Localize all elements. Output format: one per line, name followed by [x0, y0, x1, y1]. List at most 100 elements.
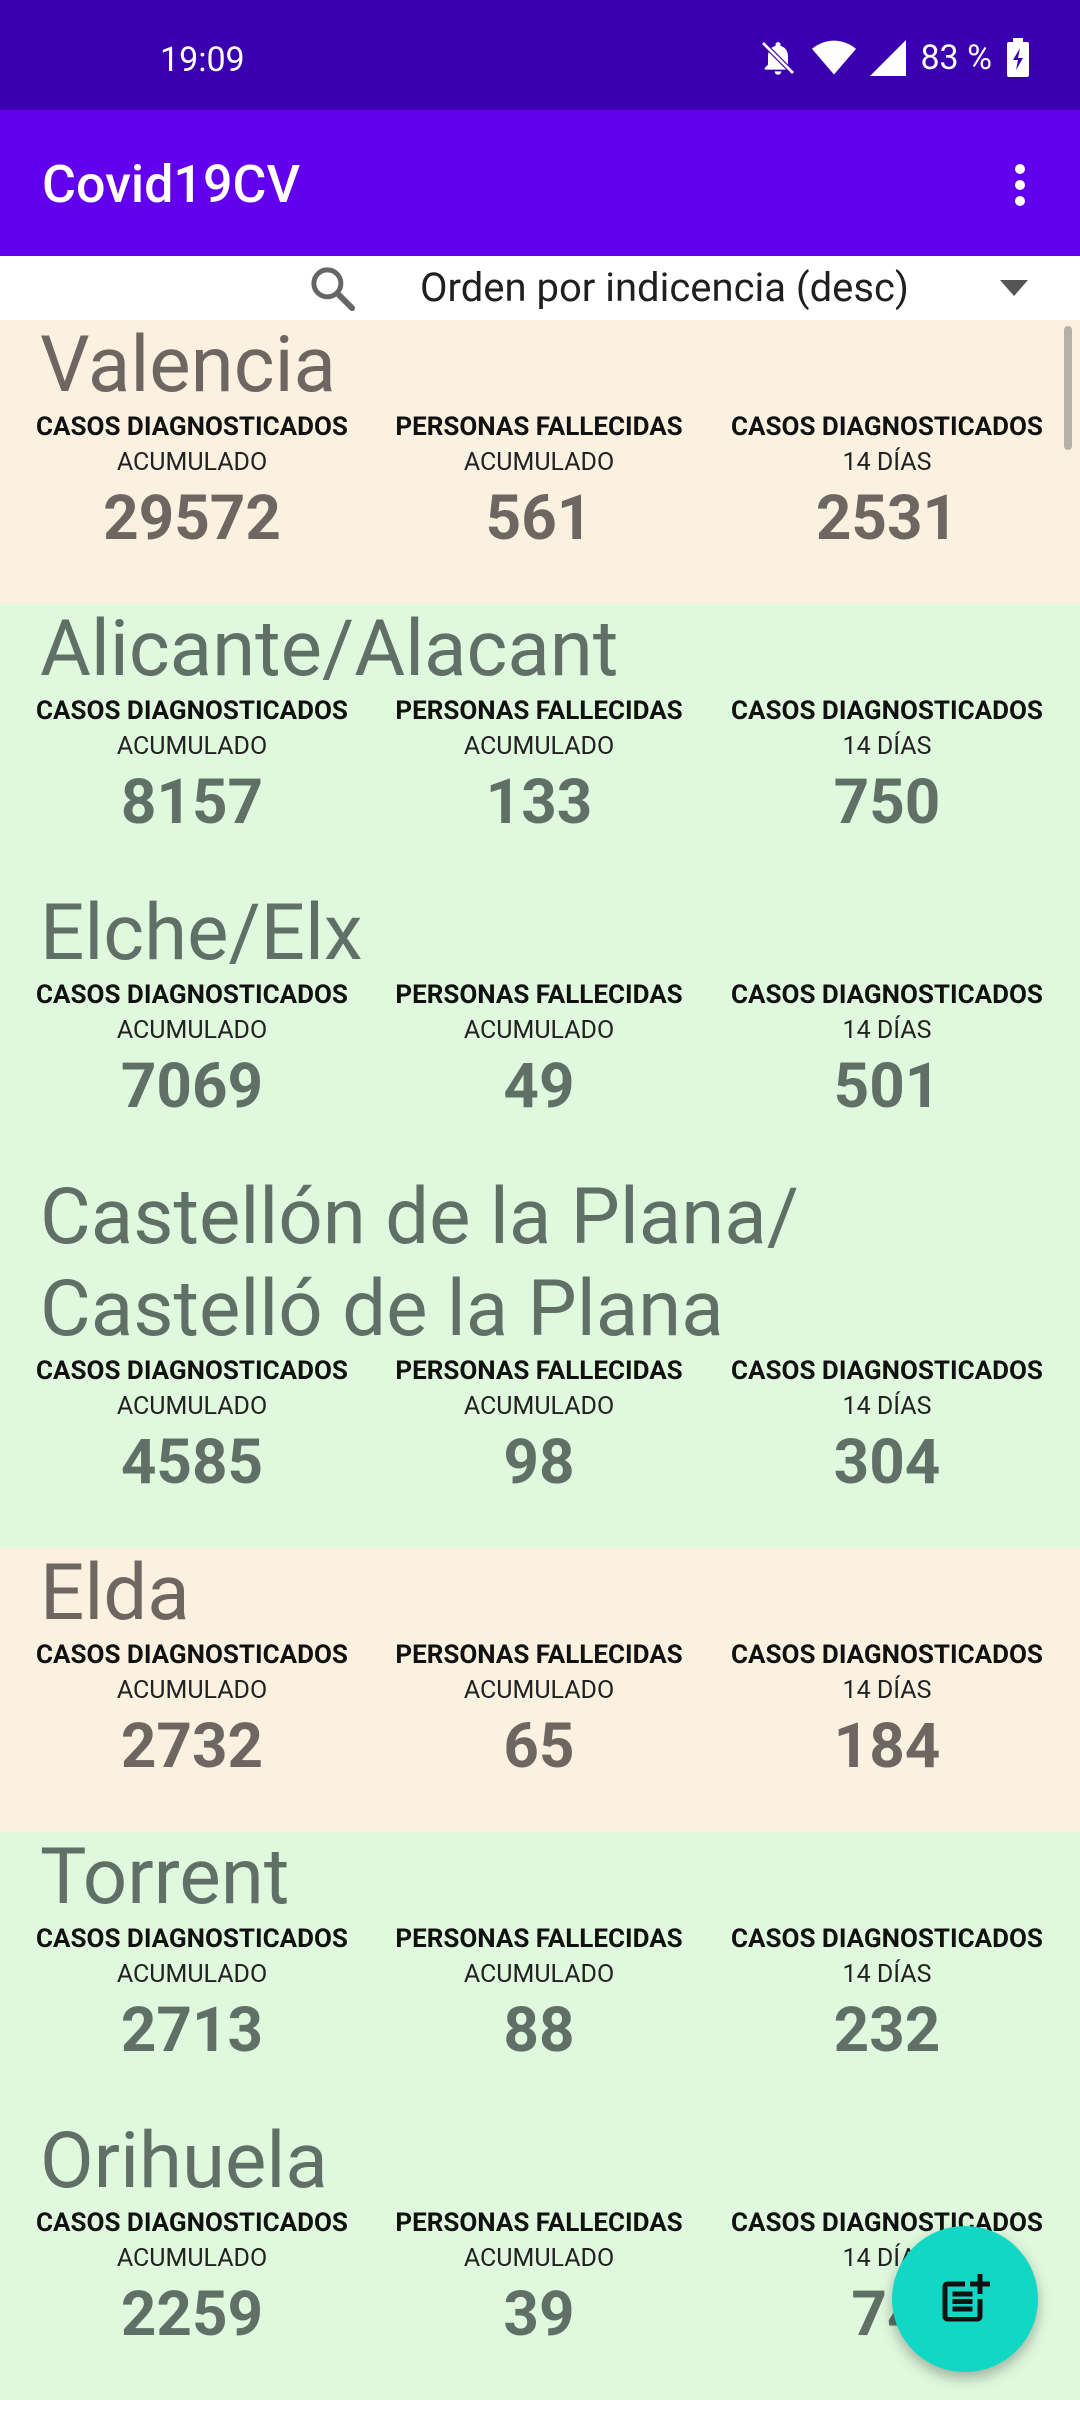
stat-value: 2713	[120, 1994, 264, 2067]
stat-label: CASOS DIAGNOSTICADOS	[731, 1356, 1043, 1386]
city-name: Elda	[40, 1548, 190, 1639]
city-name: Torrent	[40, 1832, 290, 1923]
city-card[interactable]: Castellón de la Plana/ Castelló de la Pl…	[0, 1172, 1080, 1548]
stat-sublabel: ACUMULADO	[116, 1960, 268, 1989]
city-stats: CASOS DIAGNOSTICADOS ACUMULADO 4585 PERS…	[0, 1356, 1080, 1548]
search-icon[interactable]	[306, 262, 360, 320]
stat-sublabel: 14 DÍAS	[842, 1016, 932, 1045]
stat-label: CASOS DIAGNOSTICADOS	[731, 412, 1043, 442]
status-bar: 19:09 83 %	[0, 0, 1080, 110]
city-name: Castellón de la Plana/ Castelló de la Pl…	[40, 1172, 799, 1355]
stat-label: CASOS DIAGNOSTICADOS	[36, 696, 348, 726]
stat-value: 2259	[120, 2278, 264, 2351]
city-stats: CASOS DIAGNOSTICADOS ACUMULADO 8157 PERS…	[0, 696, 1080, 888]
cases-accumulated: CASOS DIAGNOSTICADOS ACUMULADO 8157	[0, 696, 384, 888]
stat-value: 65	[503, 1710, 575, 1783]
city-card[interactable]: Valencia CASOS DIAGNOSTICADOS ACUMULADO …	[0, 320, 1080, 604]
stat-label: PERSONAS FALLECIDAS	[395, 1924, 683, 1954]
stat-value: 29572	[103, 482, 281, 555]
stat-value: 232	[833, 1994, 941, 2067]
overflow-menu-icon[interactable]	[990, 150, 1050, 220]
cases-accumulated: CASOS DIAGNOSTICADOS ACUMULADO 2713	[0, 1924, 384, 2116]
stat-value: 98	[503, 1426, 575, 1499]
battery-level: 83 %	[920, 38, 992, 78]
stat-value: 561	[485, 482, 593, 555]
app-bar: Covid19CV	[0, 110, 1080, 256]
stat-sublabel: ACUMULADO	[116, 1016, 268, 1045]
deaths-accumulated: PERSONAS FALLECIDAS ACUMULADO 133	[384, 696, 694, 888]
city-card[interactable]: Elche/Elx CASOS DIAGNOSTICADOS ACUMULADO…	[0, 888, 1080, 1172]
stat-label: CASOS DIAGNOSTICADOS	[36, 1640, 348, 1670]
stat-label: CASOS DIAGNOSTICADOS	[36, 1356, 348, 1386]
stat-sublabel: 14 DÍAS	[842, 1676, 932, 1705]
stat-value: 49	[503, 1050, 575, 1123]
post-add-icon	[942, 2274, 990, 2322]
city-name: Elche/Elx	[40, 888, 363, 979]
sort-dropdown[interactable]: Orden por indicencia (desc)	[420, 264, 909, 311]
stat-value: 2531	[815, 482, 959, 555]
stat-sublabel: 14 DÍAS	[842, 732, 932, 761]
status-icons: 83 %	[758, 38, 1030, 78]
stat-value: 304	[833, 1426, 941, 1499]
stat-value: 88	[503, 1994, 575, 2067]
stat-sublabel: ACUMULADO	[463, 1016, 615, 1045]
stat-sublabel: ACUMULADO	[463, 732, 615, 761]
stat-label: CASOS DIAGNOSTICADOS	[731, 696, 1043, 726]
cases-14-days: CASOS DIAGNOSTICADOS 14 DÍAS 501	[694, 980, 1080, 1172]
signal-icon	[870, 38, 907, 78]
city-list[interactable]: Valencia CASOS DIAGNOSTICADOS ACUMULADO …	[0, 320, 1080, 2412]
city-card[interactable]: Elda CASOS DIAGNOSTICADOS ACUMULADO 2732…	[0, 1548, 1080, 1832]
stat-value: 7069	[120, 1050, 264, 1123]
report-fab-button[interactable]	[892, 2226, 1038, 2372]
stat-label: PERSONAS FALLECIDAS	[395, 980, 683, 1010]
stat-label: PERSONAS FALLECIDAS	[395, 1356, 683, 1386]
cases-accumulated: CASOS DIAGNOSTICADOS ACUMULADO 7069	[0, 980, 384, 1172]
deaths-accumulated: PERSONAS FALLECIDAS ACUMULADO 39	[384, 2208, 694, 2400]
stat-label: CASOS DIAGNOSTICADOS	[36, 1924, 348, 1954]
stat-label: CASOS DIAGNOSTICADOS	[731, 980, 1043, 1010]
stat-sublabel: 14 DÍAS	[842, 448, 932, 477]
stat-value: 4585	[120, 1426, 264, 1499]
city-card[interactable]: Alicante/Alacant CASOS DIAGNOSTICADOS AC…	[0, 604, 1080, 888]
city-stats: CASOS DIAGNOSTICADOS ACUMULADO 29572 PER…	[0, 412, 1080, 604]
stat-sublabel: 14 DÍAS	[842, 1960, 932, 1989]
stat-label: CASOS DIAGNOSTICADOS	[36, 980, 348, 1010]
cases-14-days: CASOS DIAGNOSTICADOS 14 DÍAS 304	[694, 1356, 1080, 1548]
wifi-icon	[812, 38, 857, 78]
cases-14-days: CASOS DIAGNOSTICADOS 14 DÍAS 2531	[694, 412, 1080, 604]
deaths-accumulated: PERSONAS FALLECIDAS ACUMULADO 88	[384, 1924, 694, 2116]
scrollbar[interactable]	[1064, 326, 1072, 450]
stat-sublabel: 14 DÍAS	[842, 1392, 932, 1421]
stat-label: PERSONAS FALLECIDAS	[395, 412, 683, 442]
cases-14-days: CASOS DIAGNOSTICADOS 14 DÍAS 750	[694, 696, 1080, 888]
deaths-accumulated: PERSONAS FALLECIDAS ACUMULADO 98	[384, 1356, 694, 1548]
stat-label: CASOS DIAGNOSTICADOS	[36, 412, 348, 442]
sort-toolbar: Orden por indicencia (desc)	[0, 256, 1080, 320]
city-name: Valencia	[40, 320, 336, 411]
cases-14-days: CASOS DIAGNOSTICADOS 14 DÍAS 184	[694, 1640, 1080, 1832]
stat-value: 39	[503, 2278, 575, 2351]
stat-sublabel: ACUMULADO	[116, 732, 268, 761]
stat-sublabel: ACUMULADO	[463, 1676, 615, 1705]
stat-sublabel: ACUMULADO	[116, 2244, 268, 2273]
deaths-accumulated: PERSONAS FALLECIDAS ACUMULADO 49	[384, 980, 694, 1172]
cases-accumulated: CASOS DIAGNOSTICADOS ACUMULADO 2259	[0, 2208, 384, 2400]
battery-charging-icon	[1006, 38, 1030, 78]
cases-accumulated: CASOS DIAGNOSTICADOS ACUMULADO 29572	[0, 412, 384, 604]
deaths-accumulated: PERSONAS FALLECIDAS ACUMULADO 561	[384, 412, 694, 604]
stat-value: 750	[833, 766, 941, 839]
stat-label: PERSONAS FALLECIDAS	[395, 696, 683, 726]
city-card[interactable]: Torrent CASOS DIAGNOSTICADOS ACUMULADO 2…	[0, 1832, 1080, 2116]
stat-label: CASOS DIAGNOSTICADOS	[731, 1640, 1043, 1670]
city-stats: CASOS DIAGNOSTICADOS ACUMULADO 2713 PERS…	[0, 1924, 1080, 2116]
city-name: Orihuela	[40, 2116, 328, 2207]
stat-value: 184	[833, 1710, 941, 1783]
city-stats: CASOS DIAGNOSTICADOS ACUMULADO 7069 PERS…	[0, 980, 1080, 1172]
dropdown-arrow-icon[interactable]	[1000, 280, 1028, 296]
cases-accumulated: CASOS DIAGNOSTICADOS ACUMULADO 2732	[0, 1640, 384, 1832]
stat-sublabel: ACUMULADO	[463, 448, 615, 477]
status-time: 19:09	[160, 40, 245, 80]
stat-sublabel: ACUMULADO	[463, 1960, 615, 1989]
notifications-off-icon	[758, 38, 798, 78]
stat-label: CASOS DIAGNOSTICADOS	[36, 2208, 348, 2238]
